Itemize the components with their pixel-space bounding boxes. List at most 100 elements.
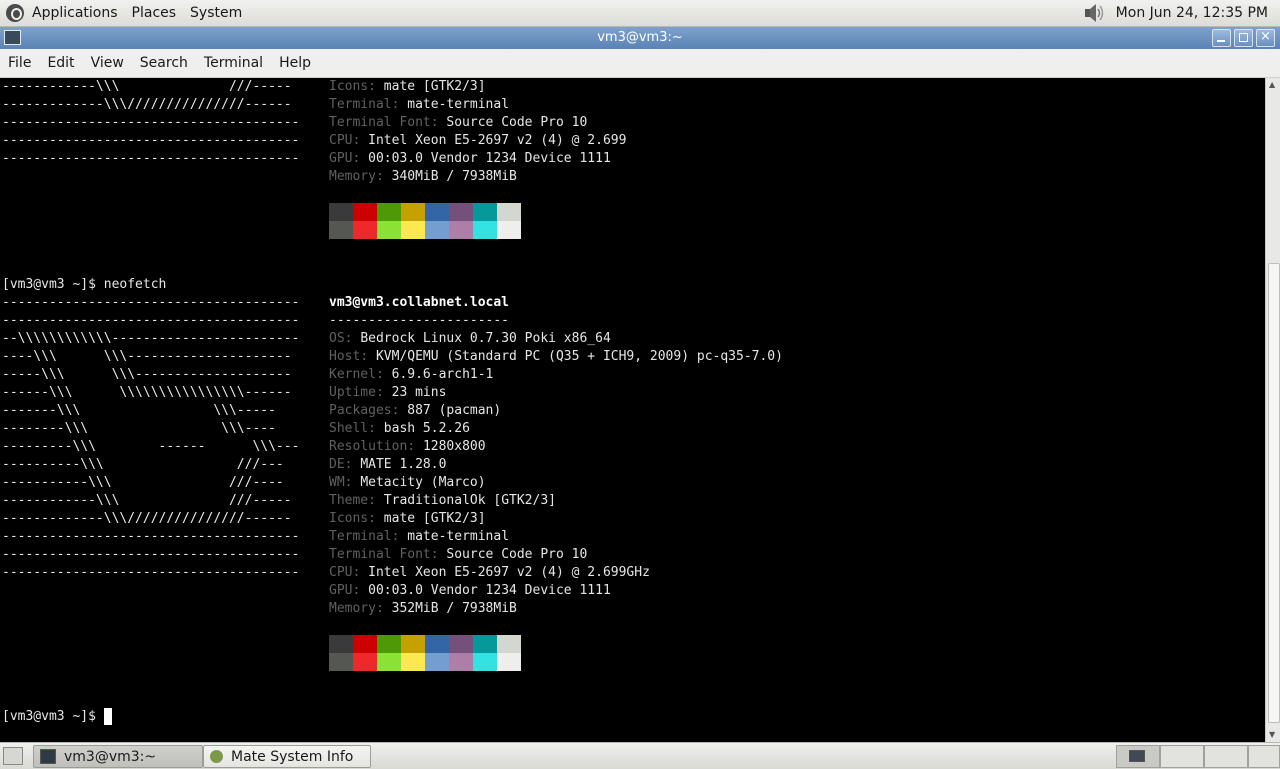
workspace-3[interactable]	[1204, 745, 1248, 768]
info-line: Icons: mate [GTK2/3]	[329, 79, 486, 94]
menu-file[interactable]: File	[0, 55, 39, 71]
color-swatch	[401, 653, 425, 671]
color-swatch	[353, 221, 377, 239]
info-line: Memory: 340MiB / 7938MiB	[329, 169, 517, 184]
color-swatch	[329, 635, 353, 653]
task-label: vm3@vm3:~	[64, 748, 157, 765]
applications-menu[interactable]: Applications	[0, 4, 132, 22]
command-line: [vm3@vm3 ~]$ neofetch	[2, 277, 167, 292]
minimize-icon	[1217, 40, 1225, 42]
minimize-button[interactable]	[1212, 29, 1231, 47]
system-menu[interactable]: System	[190, 5, 242, 21]
close-button[interactable]: ×	[1256, 29, 1275, 47]
color-swatch	[497, 203, 521, 221]
info-line: Terminal Font: Source Code Pro 10	[329, 115, 588, 130]
logo-line: --------\\\ \\\----	[2, 421, 276, 436]
applications-menu-label: Applications	[32, 5, 118, 21]
info-line: Theme: TraditionalOk [GTK2/3]	[329, 493, 556, 508]
workspace-1[interactable]	[1116, 745, 1160, 768]
separator-line: -----------------------	[329, 313, 510, 328]
scrollbar-thumb[interactable]	[1268, 263, 1280, 723]
scroll-up-arrow-icon[interactable]: ▲	[1269, 80, 1275, 89]
menu-view[interactable]: View	[83, 55, 132, 71]
logo-line: --------------------------------------	[2, 565, 300, 580]
terminal-menubar: File Edit View Search Terminal Help	[0, 49, 1280, 78]
info-line: Uptime: 23 mins	[329, 385, 447, 400]
color-swatch	[497, 221, 521, 239]
color-swatch	[449, 203, 473, 221]
logo-line: -------------\\\///////////////------	[2, 97, 292, 112]
mate-logo-icon	[6, 4, 24, 22]
info-line: CPU: Intel Xeon E5-2697 v2 (4) @ 2.699GH…	[329, 565, 650, 580]
color-swatch	[425, 635, 449, 653]
user-host: vm3@vm3.collabnet.local	[329, 295, 510, 310]
info-line: Terminal: mate-terminal	[329, 529, 510, 544]
window-titlebar[interactable]: vm3@vm3:~ ×	[0, 27, 1280, 49]
logo-line: --------------------------------------	[2, 151, 300, 166]
logo-line: ------------\\\ ///-----	[2, 493, 292, 508]
mate-logo-icon	[210, 750, 223, 763]
close-icon: ×	[1260, 29, 1271, 44]
color-swatch	[329, 653, 353, 671]
task-label: Mate System Info	[231, 748, 354, 765]
show-desktop-button[interactable]	[3, 747, 23, 765]
info-line: Terminal: mate-terminal	[329, 97, 510, 112]
logo-line: -----\\\ \\\--------------------	[2, 367, 292, 382]
menu-terminal[interactable]: Terminal	[196, 55, 271, 71]
window-title: vm3@vm3:~	[597, 30, 683, 45]
logo-line: --------------------------------------	[2, 133, 300, 148]
taskbar-item-terminal[interactable]: vm3@vm3:~	[33, 745, 203, 768]
logo-line: --------------------------------------	[2, 115, 300, 130]
logo-line: ------\\\ \\\\\\\\\\\\\\\\------	[2, 385, 292, 400]
color-palette	[329, 635, 521, 671]
terminal-icon	[40, 749, 56, 764]
info-line: Shell: bash 5.2.26	[329, 421, 470, 436]
menu-help[interactable]: Help	[271, 55, 319, 71]
color-swatch	[353, 203, 377, 221]
logo-line: ---------\\\ ------ \\\---	[2, 439, 300, 454]
color-swatch	[449, 221, 473, 239]
current-prompt[interactable]: [vm3@vm3 ~]$	[2, 708, 112, 726]
info-line: Icons: mate [GTK2/3]	[329, 511, 486, 526]
terminal-output[interactable]: ------------\\\ ///----- -------------\\…	[0, 78, 1265, 742]
color-swatch	[401, 221, 425, 239]
workspace-4[interactable]	[1248, 745, 1280, 768]
color-swatch	[377, 635, 401, 653]
color-swatch	[401, 635, 425, 653]
info-line: Kernel: 6.9.6-arch1-1	[329, 367, 494, 382]
color-swatch	[497, 635, 521, 653]
logo-line: --------------------------------------	[2, 313, 300, 328]
places-menu[interactable]: Places	[132, 5, 177, 21]
info-line: OS: Bedrock Linux 0.7.30 Poki x86_64	[329, 331, 611, 346]
info-line: GPU: 00:03.0 Vendor 1234 Device 1111	[329, 151, 611, 166]
logo-line: -------------\\\///////////////------	[2, 511, 292, 526]
info-line: Resolution: 1280x800	[329, 439, 486, 454]
color-swatch	[329, 221, 353, 239]
color-swatch	[353, 635, 377, 653]
menu-search[interactable]: Search	[132, 55, 196, 71]
logo-line: ----\\\ \\\---------------------	[2, 349, 292, 364]
color-swatch	[425, 221, 449, 239]
clock[interactable]: Mon Jun 24, 12:35 PM	[1116, 5, 1268, 21]
color-swatch	[377, 221, 401, 239]
info-line: Terminal Font: Source Code Pro 10	[329, 547, 588, 562]
logo-line: --------------------------------------	[2, 547, 300, 562]
terminal-scrollbar[interactable]: ▲ ▼	[1265, 78, 1280, 742]
logo-line: ----------\\\ ///---	[2, 457, 284, 472]
volume-icon[interactable]	[1080, 2, 1108, 24]
menu-edit[interactable]: Edit	[39, 55, 82, 71]
color-swatch	[449, 653, 473, 671]
workspace-2[interactable]	[1160, 745, 1204, 768]
color-swatch	[497, 653, 521, 671]
color-swatch	[425, 653, 449, 671]
color-swatch	[377, 203, 401, 221]
logo-line: -----------\\\ ///----	[2, 475, 284, 490]
maximize-button[interactable]	[1234, 29, 1253, 47]
color-swatch	[449, 635, 473, 653]
taskbar-item-system-info[interactable]: Mate System Info	[203, 745, 371, 768]
scroll-down-arrow-icon[interactable]: ▼	[1269, 730, 1275, 739]
info-line: Packages: 887 (pacman)	[329, 403, 502, 418]
info-line: CPU: Intel Xeon E5-2697 v2 (4) @ 2.699	[329, 133, 627, 148]
logo-line: -------\\\ \\\-----	[2, 403, 276, 418]
color-swatch	[473, 221, 497, 239]
